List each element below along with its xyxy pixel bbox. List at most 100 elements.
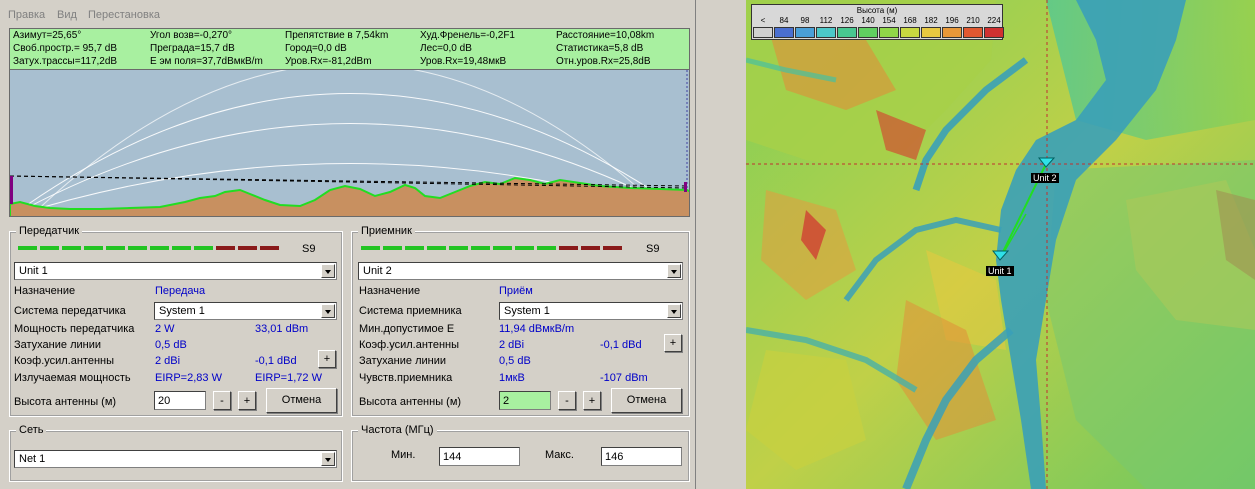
legend-value: 98 <box>800 16 810 25</box>
rx-line-loss-value: 0,5 dB <box>499 355 531 367</box>
receiver-signal-meter <box>361 246 622 250</box>
rx-height-label: Высота антенны (м) <box>359 396 462 408</box>
freq-min-input[interactable] <box>439 447 520 466</box>
legend-swatch <box>879 27 899 38</box>
map-unit2-label[interactable]: Unit 2 <box>1031 173 1059 183</box>
chevron-down-icon[interactable] <box>321 304 335 318</box>
rx-purpose-label: Назначение <box>359 285 421 297</box>
chevron-down-icon[interactable] <box>667 264 681 278</box>
transmitter-s-meter-label: S9 <box>302 243 316 255</box>
legend-value: 154 <box>882 16 896 25</box>
freq-min-label: Мин. <box>391 449 416 461</box>
menu-bar: Правка Вид Перестановка <box>0 6 696 24</box>
chevron-down-icon[interactable] <box>321 264 335 278</box>
rx-height-input[interactable] <box>499 391 551 410</box>
frequency-title: Частота (МГц) <box>358 424 437 436</box>
rx-sensitivity-uv: 1мкВ <box>499 372 525 384</box>
tx-cancel-button[interactable]: Отмена <box>266 388 337 413</box>
obstacle-value: Препятствие в 7,54km <box>285 30 389 41</box>
legend-swatch <box>774 27 794 38</box>
legend-value: 126 <box>840 16 854 25</box>
map-unit1-label[interactable]: Unit 1 <box>986 266 1014 276</box>
transmitter-signal-meter <box>18 246 279 250</box>
distance-value: Расстояние=10,08km <box>556 30 655 41</box>
legend-swatch <box>858 27 878 38</box>
tx-line-loss-value: 0,5 dB <box>155 339 187 351</box>
legend-swatch <box>963 27 983 38</box>
rx-purpose-value: Приём <box>499 285 533 297</box>
legend-swatch <box>753 27 773 38</box>
tx-power-dbm: 33,01 dBm <box>255 323 309 335</box>
rx-gain-dbd: -0,1 dBd <box>600 339 642 351</box>
elevation-map[interactable]: Unit 2 Unit 1 <box>746 0 1255 489</box>
rx-system-select[interactable]: System 1 <box>499 302 683 320</box>
menu-view[interactable]: Вид <box>57 9 77 21</box>
legend-value: 182 <box>924 16 938 25</box>
tx-power-label: Мощность передатчика <box>14 323 135 335</box>
tx-system-select[interactable]: System 1 <box>154 302 337 320</box>
azimuth-value: Азимут=25,65° <box>13 30 82 41</box>
network-value: Net 1 <box>19 453 46 465</box>
tx-height-plus-button[interactable]: + <box>238 391 256 410</box>
path-loss-value: Затух.трассы=117,2dB <box>13 56 118 67</box>
rx-level-dbm-value: Уров.Rx=-81,2dBm <box>285 56 372 67</box>
tx-gain-label: Коэф.усил.антенны <box>14 355 115 367</box>
legend-swatch <box>900 27 920 38</box>
tx-system-label: Система передатчика <box>14 305 126 317</box>
terrain-map-graphic <box>746 0 1255 489</box>
legend-value: 224 <box>987 16 1001 25</box>
chevron-down-icon[interactable] <box>321 452 335 466</box>
rx-height-minus-button[interactable]: - <box>558 391 576 410</box>
rx-cancel-button[interactable]: Отмена <box>611 388 682 413</box>
legend-value: 112 <box>819 16 833 25</box>
legend-value: 140 <box>861 16 875 25</box>
terrain-profile-graphic <box>10 70 689 216</box>
legend-swatch <box>837 27 857 38</box>
rx-gain-dbi: 2 dBi <box>499 339 525 351</box>
legend-swatch <box>984 27 1004 38</box>
rx-height-plus-button[interactable]: + <box>583 391 601 410</box>
rx-sensitivity-dbm: -107 dBm <box>600 372 648 384</box>
network-title: Сеть <box>16 424 47 436</box>
rx-line-loss-label: Затухание линии <box>359 355 446 367</box>
tx-gain-dbd: -0,1 dBd <box>255 355 297 367</box>
rx-gain-plus-button[interactable]: + <box>664 334 682 352</box>
receiver-unit-value: Unit 2 <box>363 265 392 277</box>
tx-erp-value: EIRP=1,72 W <box>255 372 322 384</box>
legend-title: Высота (м) <box>856 6 898 15</box>
tx-height-input[interactable] <box>154 391 206 410</box>
field-strength-value: Е эм поля=37,7dBмкВ/m <box>150 56 263 67</box>
legend-value: 210 <box>966 16 980 25</box>
tx-system-value: System 1 <box>159 305 205 317</box>
legend-value: 84 <box>779 16 789 25</box>
chevron-down-icon[interactable] <box>667 304 681 318</box>
elevation-legend: Высота (м) < 84 98 112 126 140 154 168 1… <box>751 4 1004 40</box>
link-results-panel: Азимут=25,65° Угол возв=-0,270° Препятст… <box>9 28 690 70</box>
transmitter-title: Передатчик <box>16 225 83 237</box>
freq-max-input[interactable] <box>601 447 682 466</box>
receiver-unit-select[interactable]: Unit 2 <box>358 262 683 280</box>
legend-value: < <box>760 16 766 25</box>
tx-height-minus-button[interactable]: - <box>213 391 231 410</box>
path-profile-view <box>9 70 690 217</box>
tx-eirp-value: EIRP=2,83 W <box>155 372 222 384</box>
tx-height-label: Высота антенны (м) <box>14 396 117 408</box>
menu-edit[interactable]: Правка <box>8 9 45 21</box>
city-value: Город=0,0 dB <box>285 43 347 54</box>
menu-arrange[interactable]: Перестановка <box>88 9 160 21</box>
rx-min-e-label: Мин.допустимое Е <box>359 323 455 335</box>
tx-line-loss-label: Затухание линии <box>14 339 101 351</box>
legend-swatch <box>816 27 836 38</box>
relative-rx-level-value: Отн.уров.Rx=25,8dB <box>556 56 651 67</box>
receiver-s-meter-label: S9 <box>646 243 660 255</box>
legend-swatch <box>795 27 815 38</box>
network-select[interactable]: Net 1 <box>14 450 337 468</box>
obstruction-value: Преграда=15,7 dB <box>150 43 235 54</box>
transmitter-unit-select[interactable]: Unit 1 <box>14 262 337 280</box>
rx-system-label: Система приемника <box>359 305 462 317</box>
freq-max-label: Макс. <box>545 449 574 461</box>
legend-swatch <box>942 27 962 38</box>
forest-value: Лес=0,0 dB <box>420 43 472 54</box>
legend-value: 168 <box>903 16 917 25</box>
tx-gain-plus-button[interactable]: + <box>318 350 336 368</box>
